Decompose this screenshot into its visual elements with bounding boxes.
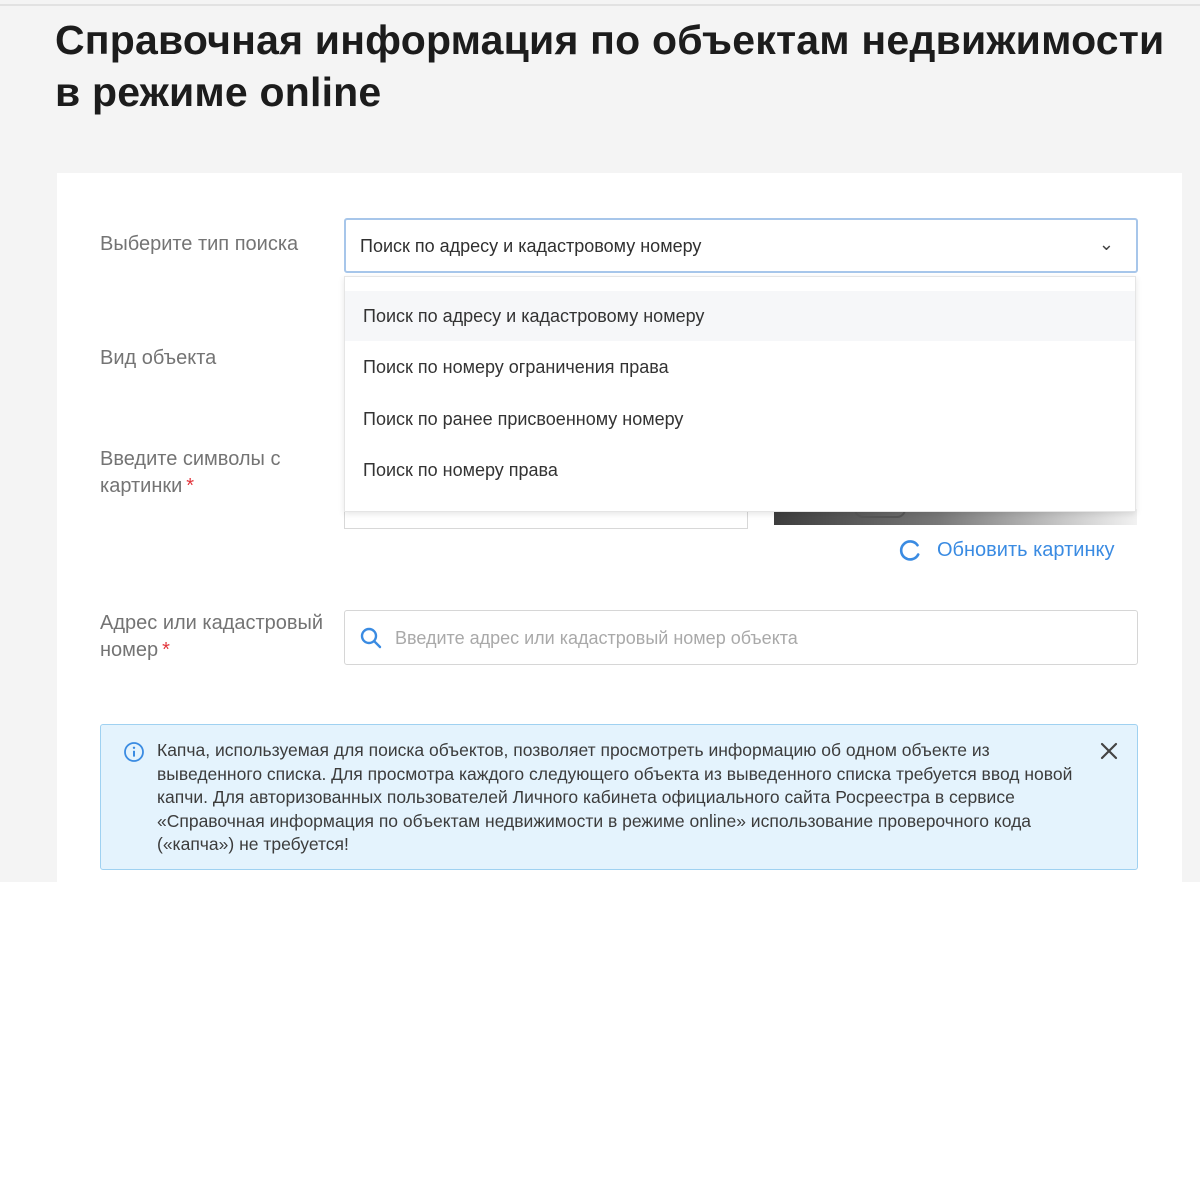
dropdown-option-restriction-number[interactable]: Поиск по номеру ограничения права	[345, 342, 1135, 392]
dropdown-option-right-number[interactable]: Поиск по номеру права	[345, 445, 1135, 495]
dropdown-option-address[interactable]: Поиск по адресу и кадастровому номеру	[345, 291, 1135, 341]
address-placeholder: Введите адрес или кадастровый номер объе…	[395, 628, 798, 648]
refresh-captcha-button[interactable]: Обновить картинку	[897, 536, 1114, 564]
address-label-text: Адрес или кадастровый номер	[100, 612, 324, 661]
alert-text: Капча, используемая для поиска объектов,…	[157, 740, 1073, 854]
captcha-label: Введите символы с картинки *	[100, 446, 325, 500]
dropdown-option-previous-number[interactable]: Поиск по ранее присвоенному номеру	[345, 394, 1135, 444]
close-icon[interactable]	[1099, 741, 1119, 761]
search-icon	[360, 627, 382, 649]
chevron-down-icon[interactable]: ⌄	[1099, 234, 1114, 255]
refresh-captcha-label: Обновить картинку	[937, 538, 1115, 561]
address-label: Адрес или кадастровый номер *	[100, 610, 330, 664]
search-type-selected-value: Поиск по адресу и кадастровому номеру	[360, 236, 702, 256]
top-divider	[0, 4, 1200, 6]
page-title: Справочная информация по объектам недвиж…	[55, 17, 1165, 115]
page: Справочная информация по объектам недвиж…	[0, 0, 1200, 882]
search-type-select[interactable]: Поиск по адресу и кадастровому номеру ⌄	[344, 218, 1138, 273]
required-mark: *	[162, 639, 170, 661]
info-icon	[124, 742, 144, 762]
refresh-icon	[899, 540, 920, 561]
search-type-label: Выберите тип поиска	[100, 233, 299, 255]
search-form-card: Выберите тип поиска Поиск по адресу и ка…	[57, 173, 1182, 882]
required-mark: *	[186, 475, 195, 497]
object-kind-label: Вид объекта	[100, 347, 217, 369]
search-type-dropdown: Поиск по адресу и кадастровому номеру По…	[344, 276, 1136, 512]
captcha-info-alert: Капча, используемая для поиска объектов,…	[100, 724, 1138, 870]
address-search-input[interactable]: Введите адрес или кадастровый номер объе…	[344, 610, 1138, 665]
